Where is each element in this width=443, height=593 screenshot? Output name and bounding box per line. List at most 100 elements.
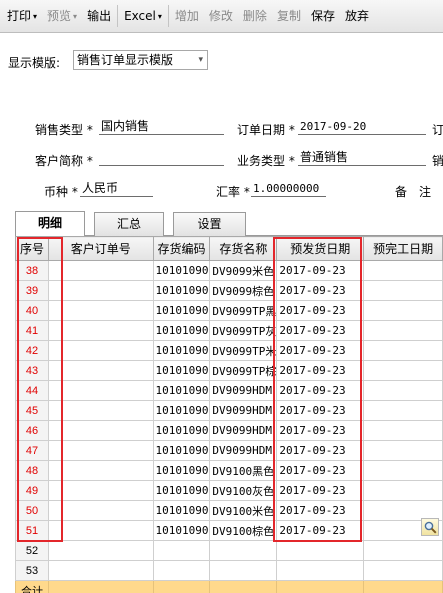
table-row[interactable]: 45 10101090 DV9099HDM 2017-09-23 xyxy=(15,400,443,421)
table-row[interactable]: 42 10101090 DV9099TP米 2017-09-23 xyxy=(15,340,443,361)
tab-settings[interactable]: 设置 xyxy=(173,212,246,236)
finish-date-cell[interactable] xyxy=(363,440,443,461)
customer-order-cell[interactable] xyxy=(48,300,154,321)
finish-date-cell[interactable] xyxy=(363,300,443,321)
customer-order-cell[interactable] xyxy=(48,520,154,541)
finish-date-cell[interactable] xyxy=(363,380,443,401)
item-name-cell[interactable]: DV9100灰色 xyxy=(209,480,278,501)
finish-date-cell[interactable] xyxy=(363,320,443,341)
ship-date-cell[interactable]: 2017-09-23 xyxy=(276,320,365,341)
table-row[interactable]: 44 10101090 DV9099HDM 2017-09-23 xyxy=(15,380,443,401)
item-name-cell[interactable]: DV9099TP灰 xyxy=(209,320,278,341)
item-name-cell[interactable]: DV9099TP米 xyxy=(209,340,278,361)
toolbar-button-3[interactable]: Excel ▾ xyxy=(119,4,167,28)
customer-order-cell[interactable] xyxy=(48,320,154,341)
item-code-cell[interactable]: 10101090 xyxy=(152,300,211,321)
col-header-item-name[interactable]: 存货名称 xyxy=(209,236,278,261)
item-code-cell[interactable]: 10101090 xyxy=(152,380,211,401)
item-name-cell[interactable]: DV9099棕色 xyxy=(209,280,278,301)
table-row[interactable]: 41 10101090 DV9099TP灰 2017-09-23 xyxy=(15,320,443,341)
col-header-seq[interactable]: 序号 xyxy=(15,236,49,261)
finish-date-cell[interactable] xyxy=(363,420,443,441)
table-row[interactable]: 51 10101090 DV9100棕色 2017-09-23 xyxy=(15,520,443,541)
customer-order-cell[interactable] xyxy=(48,360,154,381)
item-code-cell[interactable]: 10101090 xyxy=(152,520,211,541)
ship-date-cell[interactable]: 2017-09-23 xyxy=(276,420,365,441)
toolbar-button-1[interactable]: 预览 ▾ xyxy=(42,4,82,28)
item-code-cell[interactable]: 10101090 xyxy=(152,420,211,441)
item-name-cell[interactable] xyxy=(209,560,278,581)
table-row[interactable]: 40 10101090 DV9099TP黑 2017-09-23 xyxy=(15,300,443,321)
table-row[interactable]: 53 xyxy=(15,560,443,581)
toolbar-button-6[interactable]: 删除 xyxy=(238,4,272,28)
table-row[interactable]: 39 10101090 DV9099棕色 2017-09-23 xyxy=(15,280,443,301)
customer-order-cell[interactable] xyxy=(48,340,154,361)
table-row[interactable]: 38 10101090 DV9099米色 2017-09-23 xyxy=(15,260,443,281)
ship-date-cell[interactable] xyxy=(276,540,365,561)
col-header-item-code[interactable]: 存货编码 xyxy=(152,236,211,261)
item-name-cell[interactable]: DV9100棕色 xyxy=(209,520,278,541)
table-row[interactable]: 43 10101090 DV9099TP棕 2017-09-23 xyxy=(15,360,443,381)
item-code-cell[interactable]: 10101090 xyxy=(152,320,211,341)
finish-date-cell[interactable] xyxy=(363,540,443,561)
customer-order-cell[interactable] xyxy=(48,280,154,301)
toolbar-button-9[interactable]: 放弃 xyxy=(340,4,374,28)
customer-order-cell[interactable] xyxy=(48,560,154,581)
toolbar-button-2[interactable]: 输出 xyxy=(82,4,116,28)
item-code-cell[interactable]: 10101090 xyxy=(152,400,211,421)
sales-type-field[interactable]: 国内销售 xyxy=(99,119,224,135)
ship-date-cell[interactable]: 2017-09-23 xyxy=(276,440,365,461)
template-select[interactable]: 销售订单显示模版 ▾ xyxy=(73,50,208,70)
toolbar-button-0[interactable]: 打印 ▾ xyxy=(2,4,42,28)
ship-date-cell[interactable]: 2017-09-23 xyxy=(276,400,365,421)
ship-date-cell[interactable]: 2017-09-23 xyxy=(276,480,365,501)
item-name-cell[interactable]: DV9099HDM xyxy=(209,400,278,421)
ship-date-cell[interactable]: 2017-09-23 xyxy=(276,260,365,281)
table-row[interactable]: 46 10101090 DV9099HDM 2017-09-23 xyxy=(15,420,443,441)
finish-date-cell[interactable] xyxy=(363,280,443,301)
table-row[interactable]: 52 xyxy=(15,540,443,561)
toolbar-button-7[interactable]: 复制 xyxy=(272,4,306,28)
ship-date-cell[interactable] xyxy=(276,560,365,581)
customer-order-cell[interactable] xyxy=(48,440,154,461)
customer-order-cell[interactable] xyxy=(48,380,154,401)
customer-order-cell[interactable] xyxy=(48,260,154,281)
order-date-field[interactable]: 2017-09-20 xyxy=(298,119,426,135)
finish-date-cell[interactable] xyxy=(363,400,443,421)
item-name-cell[interactable]: DV9100黑色 xyxy=(209,460,278,481)
item-name-cell[interactable]: DV9099HDM xyxy=(209,420,278,441)
item-code-cell[interactable]: 10101090 xyxy=(152,340,211,361)
toolbar-button-4[interactable]: 增加 xyxy=(170,4,204,28)
biz-type-field[interactable]: 普通销售 xyxy=(298,150,426,166)
item-name-cell[interactable]: DV9099TP棕 xyxy=(209,360,278,381)
tab-summary[interactable]: 汇总 xyxy=(94,212,164,236)
item-code-cell[interactable] xyxy=(152,540,211,561)
col-header-ship-date[interactable]: 预发货日期 xyxy=(276,236,365,261)
item-name-cell[interactable]: DV9099米色 xyxy=(209,260,278,281)
item-code-cell[interactable]: 10101090 xyxy=(152,280,211,301)
finish-date-cell[interactable] xyxy=(363,360,443,381)
col-header-finish-date[interactable]: 预完工日期 xyxy=(363,236,443,261)
ship-date-cell[interactable]: 2017-09-23 xyxy=(276,500,365,521)
finish-date-cell[interactable] xyxy=(363,460,443,481)
item-name-cell[interactable]: DV9099TP黑 xyxy=(209,300,278,321)
ship-date-cell[interactable]: 2017-09-23 xyxy=(276,380,365,401)
item-name-cell[interactable] xyxy=(209,540,278,561)
item-name-cell[interactable]: DV9100米色 xyxy=(209,500,278,521)
item-code-cell[interactable]: 10101090 xyxy=(152,440,211,461)
customer-order-cell[interactable] xyxy=(48,420,154,441)
ship-date-cell[interactable]: 2017-09-23 xyxy=(276,520,365,541)
table-row[interactable]: 48 10101090 DV9100黑色 2017-09-23 xyxy=(15,460,443,481)
ship-date-cell[interactable]: 2017-09-23 xyxy=(276,340,365,361)
table-row[interactable]: 50 10101090 DV9100米色 2017-09-23 xyxy=(15,500,443,521)
customer-order-cell[interactable] xyxy=(48,400,154,421)
customer-order-cell[interactable] xyxy=(48,480,154,501)
finish-date-cell[interactable] xyxy=(363,560,443,581)
item-code-cell[interactable]: 10101090 xyxy=(152,480,211,501)
toolbar-button-5[interactable]: 修改 xyxy=(204,4,238,28)
finish-date-cell[interactable] xyxy=(363,340,443,361)
finish-date-cell[interactable] xyxy=(363,480,443,501)
ship-date-cell[interactable]: 2017-09-23 xyxy=(276,300,365,321)
item-code-cell[interactable] xyxy=(152,560,211,581)
customer-order-cell[interactable] xyxy=(48,500,154,521)
